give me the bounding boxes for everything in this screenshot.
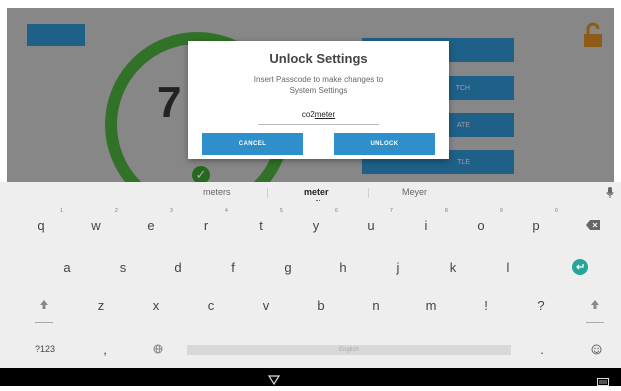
suggestion-center[interactable]: meter — [304, 187, 329, 197]
key-p[interactable]: p — [525, 216, 547, 234]
hint-4: 4 — [225, 208, 228, 214]
hint-6: 6 — [335, 208, 338, 214]
key-x[interactable]: x — [145, 296, 167, 314]
suggestion-divider — [267, 188, 268, 198]
passcode-typed: meter — [314, 110, 336, 119]
hint-1: 1 — [60, 208, 63, 214]
key-o[interactable]: o — [470, 216, 492, 234]
hint-9: 9 — [500, 208, 503, 214]
key-m[interactable]: m — [420, 296, 442, 314]
enter-icon[interactable] — [570, 258, 590, 276]
key-a[interactable]: a — [56, 258, 78, 276]
key-question[interactable]: ? — [530, 296, 552, 314]
key-s[interactable]: s — [112, 258, 134, 276]
shift-icon[interactable] — [34, 296, 54, 314]
keyboard-switch-icon[interactable] — [597, 373, 609, 391]
key-j[interactable]: j — [387, 258, 409, 276]
key-exclamation[interactable]: ! — [475, 296, 497, 314]
key-z[interactable]: z — [90, 296, 112, 314]
unlock-button[interactable]: UNLOCK — [334, 133, 435, 155]
key-t[interactable]: t — [250, 216, 272, 234]
key-v[interactable]: v — [255, 296, 277, 314]
suggestion-bar: meters meter Meyer — [0, 182, 621, 204]
cancel-button[interactable]: CANCEL — [202, 133, 303, 155]
nav-back-icon[interactable] — [267, 372, 281, 390]
hint-5: 5 — [280, 208, 283, 214]
shift-icon[interactable] — [585, 296, 605, 314]
key-u[interactable]: u — [360, 216, 382, 234]
spacebar[interactable]: English — [187, 345, 511, 355]
key-n[interactable]: n — [365, 296, 387, 314]
passcode-prefix: co2 — [301, 110, 315, 119]
key-r[interactable]: r — [195, 216, 217, 234]
hint-7: 7 — [390, 208, 393, 214]
globe-icon[interactable] — [148, 340, 168, 358]
key-c[interactable]: c — [200, 296, 222, 314]
symbols-key[interactable]: ?123 — [28, 340, 62, 358]
microphone-icon[interactable] — [606, 186, 614, 204]
soft-keyboard: meters meter Meyer q w e r t y u i o p 1… — [0, 182, 621, 368]
hint-2: 2 — [115, 208, 118, 214]
comma-key[interactable]: , — [95, 340, 115, 358]
key-d[interactable]: d — [167, 258, 189, 276]
hint-0: 0 — [555, 208, 558, 214]
key-e[interactable]: e — [140, 216, 162, 234]
key-f[interactable]: f — [222, 258, 244, 276]
suggestion-left[interactable]: meters — [203, 187, 231, 197]
key-l[interactable]: l — [497, 258, 519, 276]
dialog-title: Unlock Settings — [269, 51, 368, 66]
dialog-message: Insert Passcode to make changes to Syste… — [253, 75, 384, 95]
shift-underline — [35, 322, 53, 323]
key-g[interactable]: g — [277, 258, 299, 276]
suggestion-center-dots — [316, 200, 320, 202]
passcode-input[interactable]: co2meter — [258, 110, 379, 125]
key-i[interactable]: i — [415, 216, 437, 234]
backspace-icon[interactable] — [584, 218, 602, 232]
period-key[interactable]: . — [532, 340, 552, 358]
key-q[interactable]: q — [30, 216, 52, 234]
suggestion-right[interactable]: Meyer — [402, 187, 427, 197]
hint-3: 3 — [170, 208, 173, 214]
shift-underline — [586, 322, 604, 323]
key-w[interactable]: w — [85, 216, 107, 234]
suggestion-divider — [368, 188, 369, 198]
navigation-bar — [0, 368, 621, 386]
unlock-settings-dialog: Unlock Settings Insert Passcode to make … — [188, 41, 449, 159]
key-k[interactable]: k — [442, 258, 464, 276]
key-b[interactable]: b — [310, 296, 332, 314]
hint-8: 8 — [445, 208, 448, 214]
key-h[interactable]: h — [332, 258, 354, 276]
emoji-icon[interactable] — [586, 340, 606, 358]
key-y[interactable]: y — [305, 216, 327, 234]
